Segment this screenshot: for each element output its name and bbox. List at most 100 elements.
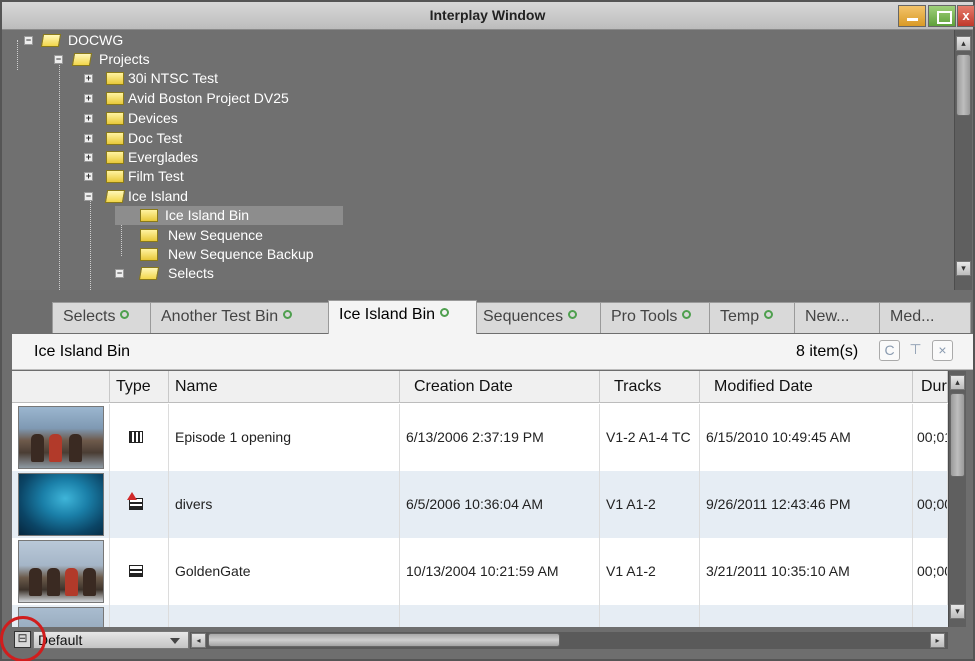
bin-view-select[interactable]: Default <box>33 631 189 649</box>
clip-thumbnail <box>18 540 104 603</box>
project-tree: − DOCWG − Projects + 30i NTSC Test + Avi… <box>2 30 954 290</box>
tab-sequences[interactable]: Sequences <box>472 302 605 333</box>
folder-icon <box>140 229 158 242</box>
refresh-icon[interactable]: C <box>879 340 900 361</box>
tab-label: Sequences <box>483 308 564 325</box>
pin-icon[interactable]: ⊤ <box>905 340 926 361</box>
tab-temp[interactable]: Temp <box>709 302 799 333</box>
column-header-thumbnail[interactable] <box>12 371 110 403</box>
scroll-down-icon[interactable]: ▾ <box>956 261 971 276</box>
scroll-up-icon[interactable]: ▴ <box>950 375 965 390</box>
tree-scroll-thumb[interactable] <box>956 54 971 116</box>
status-dot-icon <box>120 310 130 319</box>
master-clip-icon <box>129 565 143 577</box>
collapse-icon[interactable]: − <box>54 55 63 64</box>
modified-date-cell <box>700 605 913 627</box>
folder-open-icon <box>104 190 126 203</box>
tree-item-label: Doc Test <box>128 130 183 146</box>
folder-icon <box>106 132 124 145</box>
table-scrollbar[interactable]: ▴ ▾ <box>948 371 966 627</box>
tab-new[interactable]: New... <box>794 302 884 333</box>
subclip-icon <box>127 492 143 510</box>
folder-open-icon <box>40 34 62 47</box>
bin-footer: ⊟ Default ◂ ▸ <box>2 627 973 659</box>
sequence-icon <box>129 431 143 443</box>
maximize-button[interactable] <box>928 5 956 27</box>
scroll-up-icon[interactable]: ▴ <box>956 36 971 51</box>
horizontal-scroll-thumb[interactable] <box>208 633 560 647</box>
collapse-icon[interactable]: − <box>115 269 124 278</box>
tree-item-label: Projects <box>99 51 150 67</box>
column-header-tracks[interactable]: Tracks <box>600 371 700 403</box>
table-row[interactable]: GoldenGate 10/13/2004 10:21:59 AM V1 A1-… <box>12 538 948 605</box>
expand-icon[interactable]: + <box>84 153 93 162</box>
expand-icon[interactable]: + <box>84 74 93 83</box>
tree-item-label: New Sequence <box>168 227 263 243</box>
close-bin-icon[interactable]: × <box>932 340 953 361</box>
expand-icon[interactable]: + <box>84 172 93 181</box>
bin-fast-menu-icon[interactable]: ⊟ <box>14 631 31 648</box>
tab-med[interactable]: Med... <box>879 302 971 333</box>
tab-another-test-bin[interactable]: Another Test Bin <box>150 302 333 333</box>
tab-label: Ice Island Bin <box>339 306 436 323</box>
name-cell[interactable]: GoldenGate <box>169 538 400 605</box>
table-scroll-thumb[interactable] <box>950 393 965 477</box>
expand-icon[interactable]: + <box>84 94 93 103</box>
tab-pro-tools[interactable]: Pro Tools <box>600 302 714 333</box>
folder-open-icon <box>138 267 160 280</box>
horizontal-scrollbar[interactable]: ◂ ▸ <box>190 632 948 649</box>
column-header-creation-date[interactable]: Creation Date <box>400 371 600 403</box>
name-cell[interactable]: Episode 1 opening <box>169 404 400 471</box>
scroll-down-icon[interactable]: ▾ <box>950 604 965 619</box>
tracks-cell <box>600 605 700 627</box>
tree-item-label: Everglades <box>128 149 199 165</box>
expand-icon[interactable]: + <box>84 114 93 123</box>
tab-label: Pro Tools <box>611 308 678 325</box>
bin-tab-bar: Selects Another Test Bin Ice Island Bin … <box>2 290 973 334</box>
collapse-icon[interactable]: − <box>84 192 93 201</box>
tree-item-label: Ice Island <box>128 188 188 204</box>
collapse-icon[interactable]: − <box>24 36 33 45</box>
tracks-cell: V1 A1-2 <box>600 471 700 538</box>
tab-ice-island-bin[interactable]: Ice Island Bin <box>328 300 477 334</box>
duration-cell: 00;00; <box>913 538 948 605</box>
duration-cell: 00;00; <box>913 471 948 538</box>
status-dot-icon <box>568 310 578 319</box>
tree-item-ice-island-bin[interactable]: Ice Island Bin <box>115 206 343 225</box>
tree-scrollbar[interactable]: ▴ ▾ <box>954 30 972 290</box>
scroll-left-icon[interactable]: ◂ <box>191 633 206 648</box>
minimize-button[interactable] <box>898 5 926 27</box>
tab-label: Another Test Bin <box>161 308 279 325</box>
close-button[interactable]: x <box>957 5 975 27</box>
clip-thumbnail <box>18 473 104 536</box>
column-header-modified-date[interactable]: Modified Date <box>700 371 913 403</box>
tracks-cell: V1 A1-2 <box>600 538 700 605</box>
expand-icon[interactable]: + <box>84 134 93 143</box>
tree-item-label: New Sequence Backup <box>168 246 314 262</box>
table-row[interactable] <box>12 605 948 627</box>
column-header-duration[interactable]: Dura <box>913 371 948 403</box>
title-bar[interactable]: Interplay Window x <box>2 2 975 30</box>
status-dot-icon <box>440 308 450 317</box>
tab-label: Med... <box>890 308 935 325</box>
creation-date-cell: 6/13/2006 2:37:19 PM <box>400 404 600 471</box>
clip-thumbnail <box>18 607 104 627</box>
table-row[interactable]: divers 6/5/2006 10:36:04 AM V1 A1-2 9/26… <box>12 471 948 538</box>
item-count: 8 item(s) <box>796 343 859 360</box>
name-cell[interactable]: divers <box>169 471 400 538</box>
modified-date-cell: 3/21/2011 10:35:10 AM <box>700 538 913 605</box>
column-header-type[interactable]: Type <box>110 371 169 403</box>
folder-icon <box>140 248 158 261</box>
table-row[interactable]: Episode 1 opening 6/13/2006 2:37:19 PM V… <box>12 404 948 471</box>
scroll-right-icon[interactable]: ▸ <box>930 633 945 648</box>
folder-icon <box>106 112 124 125</box>
column-header-name[interactable]: Name <box>169 371 400 403</box>
bin-title: Ice Island Bin <box>34 343 131 360</box>
tab-selects[interactable]: Selects <box>52 302 165 333</box>
folder-icon <box>106 92 124 105</box>
modified-date-cell: 9/26/2011 12:43:46 PM <box>700 471 913 538</box>
tab-label: New... <box>805 308 850 325</box>
chevron-down-icon <box>170 638 180 644</box>
tree-item-label: Devices <box>128 110 178 126</box>
bin-table: Type Name Creation Date Tracks Modified … <box>12 371 948 627</box>
